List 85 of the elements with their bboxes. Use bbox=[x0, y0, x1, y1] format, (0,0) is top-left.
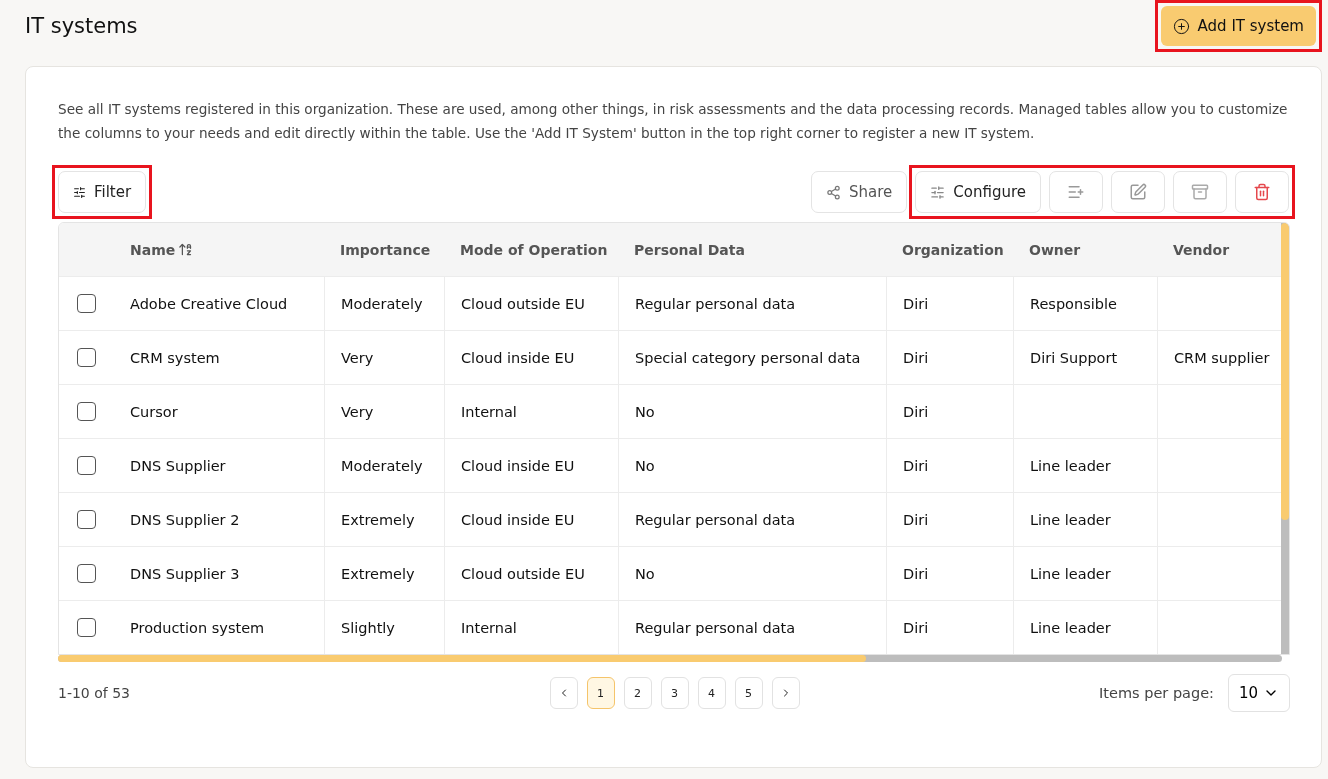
table-cell: Moderately bbox=[341, 457, 423, 474]
table-cell: Cursor bbox=[130, 403, 178, 420]
edit-button[interactable] bbox=[1111, 171, 1165, 213]
table-cell: Slightly bbox=[341, 619, 395, 636]
sliders-icon bbox=[73, 185, 86, 199]
table-cell: Line leader bbox=[1030, 619, 1111, 636]
table-cell: No bbox=[635, 457, 655, 474]
table-cell: Extremely bbox=[341, 511, 415, 528]
table-cell: Production system bbox=[130, 619, 265, 636]
column-header[interactable]: Owner bbox=[1029, 241, 1081, 258]
row-checkbox[interactable] bbox=[77, 456, 96, 475]
page-button[interactable]: 4 bbox=[697, 677, 726, 709]
plus-circle-icon bbox=[1172, 17, 1190, 35]
table-cell: Diri bbox=[903, 619, 929, 636]
table-cell: CRM system bbox=[130, 349, 220, 366]
trash-icon bbox=[1253, 183, 1271, 201]
page-title: IT systems bbox=[25, 14, 138, 38]
scrollbar-track[interactable] bbox=[1281, 223, 1289, 654]
table-cell: Regular personal data bbox=[635, 511, 796, 528]
table-cell: DNS Supplier 2 bbox=[130, 511, 240, 528]
table-cell: Cloud inside EU bbox=[461, 349, 575, 366]
list-plus-icon bbox=[1067, 183, 1085, 201]
table-cell: Internal bbox=[461, 619, 517, 636]
page-button[interactable]: 3 bbox=[660, 677, 689, 709]
items-per-page-label: Items per page: bbox=[1099, 685, 1214, 701]
page-button[interactable]: 5 bbox=[734, 677, 763, 709]
column-header[interactable]: Importance bbox=[340, 241, 431, 258]
page-button[interactable]: 1 bbox=[586, 677, 615, 709]
table-cell: Internal bbox=[461, 403, 517, 420]
table-cell: Cloud inside EU bbox=[461, 457, 575, 474]
column-header[interactable]: Organization bbox=[902, 241, 1004, 258]
table-cell: Diri bbox=[903, 457, 929, 474]
table-cell: Extremely bbox=[341, 565, 415, 582]
column-header[interactable]: Vendor bbox=[1173, 241, 1230, 258]
page-button[interactable]: 2 bbox=[623, 677, 652, 709]
table-cell: Adobe Creative Cloud bbox=[130, 295, 288, 312]
row-checkbox[interactable] bbox=[77, 564, 96, 583]
table-cell: Line leader bbox=[1030, 565, 1111, 582]
table-cell: Responsible bbox=[1030, 295, 1117, 312]
table-cell: Regular personal data bbox=[635, 619, 796, 636]
delete-button[interactable] bbox=[1235, 171, 1289, 213]
table-cell: Moderately bbox=[341, 295, 423, 312]
table-cell: Line leader bbox=[1030, 457, 1111, 474]
description-text: See all IT systems registered in this organization. These are used, among other things, in risk assessments and the data processing records. Managed tables allow you to customize the columns to your needs and edit directly within the table. Use the 'Add IT System' button in the top right corner to register a new IT system. bbox=[58, 100, 1289, 143]
table-cell: Diri bbox=[903, 565, 929, 582]
row-checkbox[interactable] bbox=[77, 294, 96, 313]
archive-icon bbox=[1191, 183, 1209, 201]
table-cell: Diri bbox=[903, 349, 929, 366]
column-header[interactable]: Name bbox=[130, 241, 176, 258]
table-cell: Diri Support bbox=[1030, 349, 1118, 366]
table-cell: Regular personal data bbox=[635, 295, 796, 312]
column-header[interactable]: Personal Data bbox=[634, 241, 745, 258]
scrollbar-thumb[interactable] bbox=[58, 655, 866, 662]
table-cell: No bbox=[635, 403, 655, 420]
row-checkbox[interactable] bbox=[77, 618, 96, 637]
table-cell: Very bbox=[341, 403, 374, 420]
table-cell: Special category personal data bbox=[635, 349, 861, 366]
row-checkbox[interactable] bbox=[77, 402, 96, 421]
configure-button[interactable]: Configure bbox=[915, 171, 1041, 213]
table-cell: DNS Supplier bbox=[130, 457, 226, 474]
table-cell: Cloud inside EU bbox=[461, 511, 575, 528]
share-button[interactable]: Share bbox=[811, 171, 908, 213]
table-cell: Diri bbox=[903, 295, 929, 312]
range-text: 1-10 of 53 bbox=[58, 685, 130, 701]
items-per-page-select[interactable]: 10 bbox=[1228, 674, 1290, 712]
sliders-icon bbox=[930, 184, 946, 200]
table-cell: DNS Supplier 3 bbox=[130, 565, 240, 582]
table-cell: Line leader bbox=[1030, 511, 1111, 528]
sort-icon[interactable] bbox=[178, 242, 194, 257]
table-cell: Cloud outside EU bbox=[461, 565, 585, 582]
table-cell: Diri bbox=[903, 511, 929, 528]
filter-button[interactable]: Filter bbox=[58, 171, 147, 213]
column-header[interactable]: Mode of Operation bbox=[460, 241, 608, 258]
row-checkbox[interactable] bbox=[77, 510, 96, 529]
share-icon bbox=[826, 184, 841, 200]
table-cell: No bbox=[635, 565, 655, 582]
table-cell: CRM supplier bbox=[1174, 349, 1270, 366]
scrollbar-track[interactable] bbox=[58, 655, 1282, 662]
row-checkbox[interactable] bbox=[77, 348, 96, 367]
table-cell: Diri bbox=[903, 403, 929, 420]
table-cell: Cloud outside EU bbox=[461, 295, 585, 312]
add-it-system-button[interactable]: Add IT system bbox=[1160, 6, 1316, 46]
edit-icon bbox=[1129, 183, 1147, 201]
table-cell: Very bbox=[341, 349, 374, 366]
scrollbar-thumb[interactable] bbox=[1281, 223, 1289, 521]
